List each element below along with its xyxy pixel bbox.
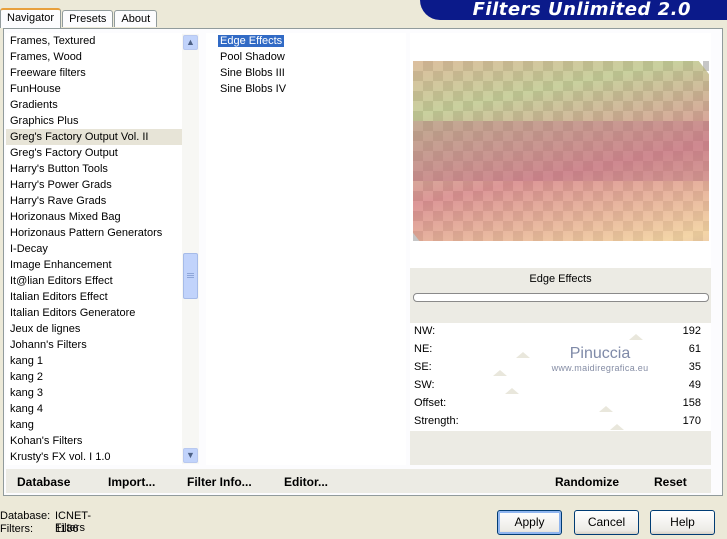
progress-bar (413, 293, 709, 302)
preview-shade-band (413, 121, 709, 181)
slider-handle[interactable] (609, 424, 624, 430)
filter-item-label: Pool Shadow (220, 51, 285, 63)
param-value: 35 (688, 361, 701, 373)
category-item[interactable]: It@lian Editors Effect (6, 273, 182, 289)
category-item[interactable]: kang (6, 417, 182, 433)
apply-button[interactable]: Apply (497, 510, 562, 535)
preview-area (410, 33, 711, 268)
slider-handle[interactable] (493, 370, 508, 376)
category-item[interactable]: Harry's Button Tools (6, 161, 182, 177)
grip-line (187, 277, 194, 278)
filter-item-label: Sine Blobs III (220, 67, 285, 79)
import-button[interactable]: Import... (108, 475, 155, 489)
grip-line (187, 275, 194, 276)
slider-handle[interactable] (505, 388, 520, 394)
category-scrollbar[interactable]: ▲ ▼ (182, 34, 199, 464)
category-item[interactable]: Krusty's FX vol. I 1.0 (6, 449, 182, 465)
category-item[interactable]: Kohan's Filters (6, 433, 182, 449)
tab-about[interactable]: About (114, 10, 158, 27)
filter-item-label: Sine Blobs IV (220, 83, 287, 95)
category-item[interactable]: Italian Editors Generatore (6, 305, 182, 321)
category-item[interactable]: Jeux de lignes (6, 321, 182, 337)
category-item[interactable]: Graphics Plus (6, 113, 182, 129)
database-label: Database: (0, 510, 51, 522)
category-item[interactable]: Harry's Power Grads (6, 177, 182, 193)
param-label: SE: (414, 361, 432, 373)
editor-button[interactable]: Editor... (284, 475, 328, 489)
category-item[interactable]: Gradients (6, 97, 182, 113)
param-value: 158 (682, 397, 701, 409)
scroll-thumb[interactable] (183, 253, 198, 299)
filters-count-value: 1186 (55, 523, 79, 535)
scroll-up-button[interactable]: ▲ (183, 35, 198, 50)
category-item[interactable]: Freeware filters (6, 65, 182, 81)
category-item[interactable]: Italian Editors Effect (6, 289, 182, 305)
param-label: Strength: (414, 415, 459, 427)
filter-item[interactable]: Sine Blobs III (206, 65, 406, 81)
category-item[interactable]: Frames, Wood (6, 49, 182, 65)
param-row[interactable]: NW: 192 (410, 323, 711, 341)
param-label: NW: (414, 325, 436, 337)
param-value: 61 (688, 343, 701, 355)
banner-title: Filters Unlimited 2.0 (472, 0, 691, 20)
filter-info-button[interactable]: Filter Info... (187, 475, 252, 489)
slider-handle[interactable] (628, 334, 643, 340)
param-row[interactable]: Offset: 158 (410, 395, 711, 413)
category-item[interactable]: FunHouse (6, 81, 182, 97)
parameter-sliders: NW: 192 NE: 61 SE: 35 SW: 49 Offset: 158 Strength:… (410, 323, 711, 431)
category-item[interactable]: Frames, Textured (6, 33, 182, 49)
tab-navigator[interactable]: Navigator (0, 8, 62, 28)
param-row[interactable]: SW: 49 (410, 377, 711, 395)
category-item[interactable]: kang 4 (6, 401, 182, 417)
slider-handle[interactable] (515, 352, 530, 358)
param-label: NE: (414, 343, 433, 355)
tab-presets[interactable]: Presets (62, 10, 114, 27)
database-button[interactable]: Database (17, 475, 70, 489)
param-label: Offset: (414, 397, 447, 409)
filter-item-label: Edge Effects (218, 35, 285, 47)
param-label: SW: (414, 379, 435, 391)
action-bar: Database Import... Filter Info... Editor… (6, 469, 711, 493)
randomize-button[interactable]: Randomize (555, 475, 619, 489)
filters-count-label: Filters: (0, 523, 33, 535)
category-item[interactable]: Horizonaus Pattern Generators (6, 225, 182, 241)
cancel-button[interactable]: Cancel (574, 510, 639, 535)
tab-bar: Navigator Presets About (0, 8, 158, 28)
filter-item[interactable]: Pool Shadow (206, 49, 406, 65)
category-list[interactable]: Frames, Textured Frames, Wood Freeware fil… (6, 33, 182, 465)
scroll-down-button[interactable]: ▼ (183, 448, 198, 463)
reset-button[interactable]: Reset (654, 475, 687, 489)
param-row[interactable]: NE: 61 (410, 341, 711, 359)
title-banner: Filters Unlimited 2.0 (420, 0, 727, 20)
category-item[interactable]: Greg's Factory Output (6, 145, 182, 161)
category-item[interactable]: Image Enhancement (6, 257, 182, 273)
category-item[interactable]: I-Decay (6, 241, 182, 257)
param-value: 170 (682, 415, 701, 427)
selected-filter-name: Edge Effects (529, 273, 592, 285)
help-button[interactable]: Help (650, 510, 715, 535)
preview-pane: Edge Effects NW: 192 NE: 61 SE: 35 SW: 49 Offset… (410, 33, 711, 465)
category-item[interactable]: Johann's Filters (6, 337, 182, 353)
param-row[interactable]: SE: 35 (410, 359, 711, 377)
filter-item[interactable]: Sine Blobs IV (206, 81, 406, 97)
filter-list[interactable]: Edge Effects Pool Shadow Sine Blobs III Sin… (206, 33, 406, 465)
preview-image (413, 61, 709, 241)
param-row[interactable]: Strength: 170 (410, 413, 711, 431)
grip-line (187, 273, 194, 274)
slider-handle[interactable] (599, 406, 614, 412)
category-item[interactable]: kang 3 (6, 385, 182, 401)
category-item[interactable]: kang 1 (6, 353, 182, 369)
filter-item[interactable]: Edge Effects (206, 33, 406, 49)
category-item[interactable]: Harry's Rave Grads (6, 193, 182, 209)
category-item[interactable]: Greg's Factory Output Vol. II (6, 129, 182, 145)
category-item[interactable]: kang 2 (6, 369, 182, 385)
category-item[interactable]: Horizonaus Mixed Bag (6, 209, 182, 225)
param-value: 192 (682, 325, 701, 337)
param-value: 49 (688, 379, 701, 391)
